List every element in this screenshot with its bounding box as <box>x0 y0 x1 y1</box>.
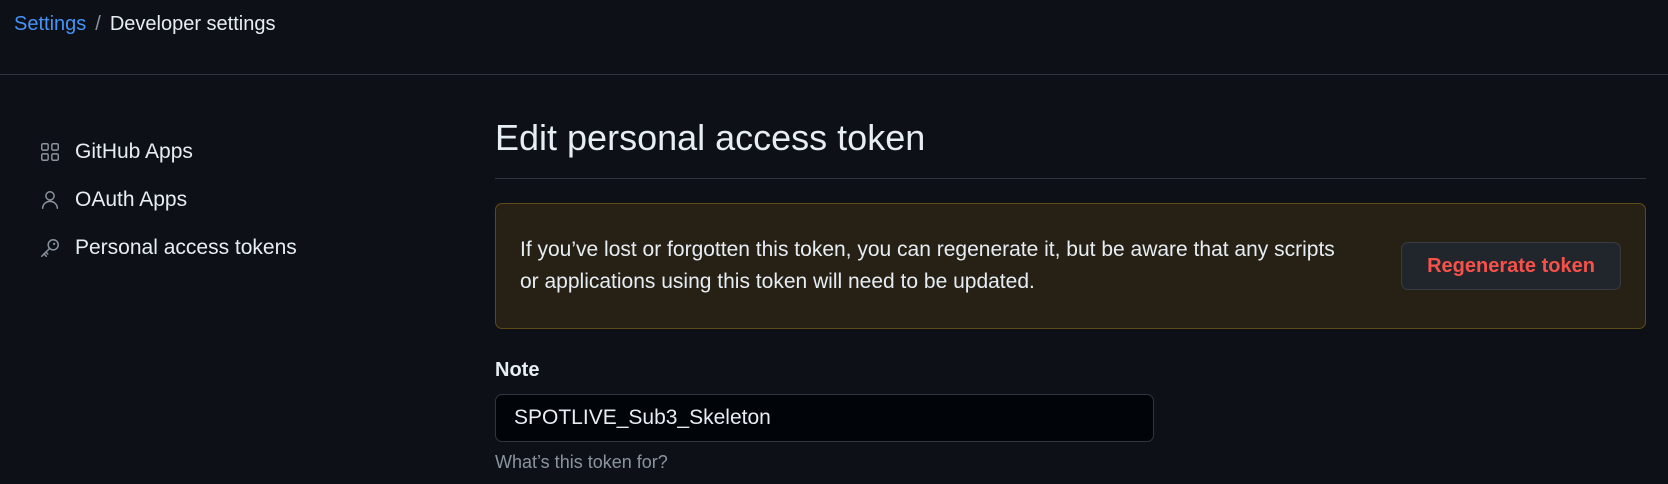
sidebar-item-label: GitHub Apps <box>75 140 193 163</box>
main-content: Edit personal access token If you’ve los… <box>495 114 1646 473</box>
person-icon <box>38 188 62 212</box>
breadcrumb: Settings / Developer settings <box>14 11 275 37</box>
note-label: Note <box>495 359 540 381</box>
sidebar: GitHub Apps OAuth Apps Personal access t… <box>38 128 438 272</box>
warning-flash: If you’ve lost or forgotten this token, … <box>495 203 1646 329</box>
sidebar-item-oauth-apps[interactable]: OAuth Apps <box>38 176 438 224</box>
apps-icon <box>38 140 62 164</box>
sidebar-item-label: OAuth Apps <box>75 188 188 211</box>
flash-message: If you’ve lost or forgotten this token, … <box>520 238 1335 293</box>
page-title: Edit personal access token <box>495 114 1646 179</box>
key-icon <box>38 236 62 260</box>
regenerate-token-button[interactable]: Regenerate token <box>1401 242 1621 290</box>
breadcrumb-settings-link[interactable]: Settings <box>14 11 86 37</box>
breadcrumb-separator: / <box>95 13 101 35</box>
sidebar-item-github-apps[interactable]: GitHub Apps <box>38 128 438 176</box>
note-input[interactable] <box>495 394 1154 442</box>
breadcrumb-current: Developer settings <box>109 13 276 35</box>
sidebar-item-label: Personal access tokens <box>75 236 297 259</box>
sidebar-item-personal-access-tokens[interactable]: Personal access tokens <box>38 224 438 272</box>
note-hint: What’s this token for? <box>495 452 668 472</box>
top-bar: Settings / Developer settings <box>0 0 1668 75</box>
